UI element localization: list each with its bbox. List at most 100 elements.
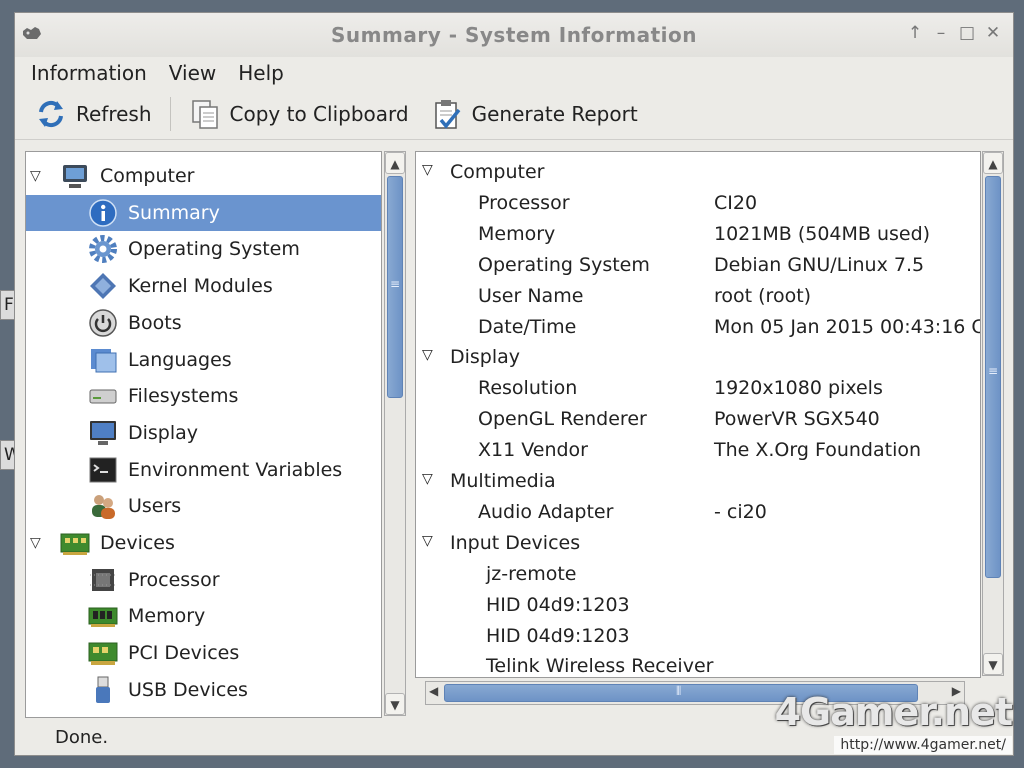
- scroll-left-icon[interactable]: ◀: [429, 684, 438, 698]
- board-icon: [60, 533, 90, 555]
- details-row[interactable]: User Name root (root): [416, 282, 980, 312]
- details-item-text: HID 04d9:1203: [486, 624, 630, 647]
- details-key: X11 Vendor: [478, 439, 588, 462]
- details-value: PowerVR SGX540: [714, 408, 880, 431]
- details-section-header[interactable]: ▽ Input Devices: [416, 529, 980, 559]
- tree-item-label: Filesystems: [128, 385, 239, 408]
- details-section-header[interactable]: ▽ Computer: [416, 158, 980, 188]
- tree-item-boots[interactable]: Boots: [26, 305, 381, 341]
- expander-icon[interactable]: ▽: [422, 471, 433, 487]
- scroll-down-icon[interactable]: ▼: [385, 693, 405, 715]
- details-panel: ▽ Computer Processor CI20 Memory 1021MB (504M…: [415, 151, 981, 678]
- minimize-button[interactable]: –: [929, 23, 953, 43]
- watermark-logo: 4Gamer.net: [774, 690, 1013, 734]
- scroll-down-icon[interactable]: ▼: [983, 653, 1003, 675]
- details-value: The X.Org Foundation: [714, 439, 922, 462]
- window-title: Summary - System Information: [331, 23, 697, 47]
- expander-icon[interactable]: ▽: [30, 168, 41, 184]
- tree-item-environment-variables[interactable]: Environment Variables: [26, 452, 381, 488]
- details-value: Debian GNU/Linux 7.5: [714, 253, 925, 276]
- tree-item-computer[interactable]: ▽ Computer: [26, 158, 381, 194]
- power-icon: [89, 309, 117, 337]
- section-title: Multimedia: [450, 470, 556, 492]
- maximize-button[interactable]: □: [955, 23, 979, 43]
- menu-information[interactable]: Information: [31, 61, 147, 85]
- tree-item-users[interactable]: Users: [26, 488, 381, 524]
- menu-help[interactable]: Help: [238, 61, 284, 85]
- details-key: Date/Time: [478, 315, 577, 338]
- section-title: Input Devices: [450, 531, 581, 554]
- tree-item-memory[interactable]: Memory: [26, 598, 381, 634]
- status-text: Done.: [55, 726, 109, 748]
- tree-item-usb-devices[interactable]: USB Devices: [26, 672, 381, 708]
- tree-item-label: Computer: [100, 165, 195, 187]
- details-row[interactable]: Memory 1021MB (504MB used): [416, 220, 980, 250]
- tree-item-label: Devices: [100, 532, 175, 554]
- details-row[interactable]: Date/Time Mon 05 Jan 2015 00:43:16 C: [416, 313, 980, 343]
- details-section-header[interactable]: ▽ Display: [416, 343, 980, 373]
- menu-bar: Information View Help: [15, 57, 1013, 89]
- tree-scrollbar[interactable]: ▲ ≡ ▼: [384, 151, 406, 716]
- expander-icon[interactable]: ▽: [422, 533, 433, 549]
- monitor-icon: [90, 420, 116, 445]
- tree-item-pci-devices[interactable]: PCI Devices: [26, 635, 381, 671]
- tree-item-kernel-modules[interactable]: Kernel Modules: [26, 268, 381, 304]
- close-button[interactable]: ✕: [981, 23, 1005, 43]
- refresh-label: Refresh: [76, 102, 152, 126]
- section-title: Computer: [450, 161, 545, 183]
- details-value: 1021MB (504MB used): [714, 222, 931, 245]
- tree-item-processor[interactable]: Processor: [26, 562, 381, 598]
- details-value: - ci20: [714, 500, 767, 523]
- copy-to-clipboard-button[interactable]: Copy to Clipboard: [189, 98, 409, 130]
- title-bar: Summary - System Information ↑ – □ ✕: [15, 13, 1013, 57]
- details-row[interactable]: OpenGL Renderer PowerVR SGX540: [416, 405, 980, 435]
- grip-icon: ⦀: [676, 684, 682, 698]
- tree-item-label: Display: [128, 421, 199, 444]
- tree-item-label: Kernel Modules: [128, 275, 273, 298]
- navigation-tree: ▽ Computer Summary Operating System Kernel M…: [25, 151, 382, 718]
- refresh-button[interactable]: Refresh: [35, 98, 152, 130]
- expander-icon[interactable]: ▽: [30, 535, 41, 551]
- tree-item-display[interactable]: Display: [26, 415, 381, 451]
- details-row[interactable]: Audio Adapter - ci20: [416, 498, 980, 528]
- expander-icon[interactable]: ▽: [422, 162, 433, 178]
- details-list-item[interactable]: Telink Wireless Receiver: [416, 652, 980, 677]
- details-row[interactable]: Resolution 1920x1080 pixels: [416, 374, 980, 404]
- details-section-header[interactable]: ▽ Multimedia: [416, 467, 980, 497]
- generate-report-button[interactable]: Generate Report: [431, 98, 638, 130]
- grip-icon: ≡: [987, 364, 999, 378]
- details-value: 1920x1080 pixels: [714, 377, 883, 400]
- users-icon: [92, 495, 115, 520]
- tree-item-languages[interactable]: Languages: [26, 342, 381, 378]
- details-row[interactable]: Operating System Debian GNU/Linux 7.5: [416, 251, 980, 281]
- details-list-item[interactable]: HID 04d9:1203: [416, 622, 980, 652]
- roll-up-button[interactable]: ↑: [903, 23, 927, 43]
- section-title: Display: [450, 346, 521, 369]
- details-key: Processor: [478, 191, 570, 214]
- refresh-icon: [39, 100, 63, 128]
- tree-item-label: Memory: [128, 605, 206, 628]
- details-list-item[interactable]: HID 04d9:1203: [416, 591, 980, 621]
- details-row[interactable]: X11 Vendor The X.Org Foundation: [416, 436, 980, 466]
- tree-item-filesystems[interactable]: Filesystems: [26, 378, 381, 414]
- toolbar-separator: [169, 97, 171, 131]
- details-key: Memory: [478, 222, 556, 245]
- details-item-text: jz-remote: [486, 562, 577, 585]
- tree-item-label: Users: [128, 495, 182, 518]
- tree-item-summary[interactable]: Summary: [26, 194, 381, 231]
- tree-item-label: PCI Devices: [128, 642, 240, 665]
- details-scrollbar[interactable]: ▲ ≡ ▼: [982, 151, 1004, 676]
- details-row[interactable]: Processor CI20: [416, 189, 980, 219]
- tree-item-devices[interactable]: ▽ Devices: [26, 525, 381, 561]
- details-key: Operating System: [478, 253, 650, 276]
- tree-item-operating-system[interactable]: Operating System: [26, 231, 381, 267]
- expander-icon[interactable]: ▽: [422, 347, 433, 363]
- report-icon: [434, 100, 460, 129]
- menu-view[interactable]: View: [169, 61, 216, 85]
- details-value: Mon 05 Jan 2015 00:43:16 C: [714, 315, 981, 338]
- scroll-up-icon[interactable]: ▲: [983, 152, 1003, 174]
- tree-item-label: Processor: [128, 568, 220, 591]
- details-list-item[interactable]: jz-remote: [416, 560, 980, 590]
- system-info-window: Summary - System Information ↑ – □ ✕ Inf…: [14, 12, 1014, 756]
- scroll-up-icon[interactable]: ▲: [385, 152, 405, 174]
